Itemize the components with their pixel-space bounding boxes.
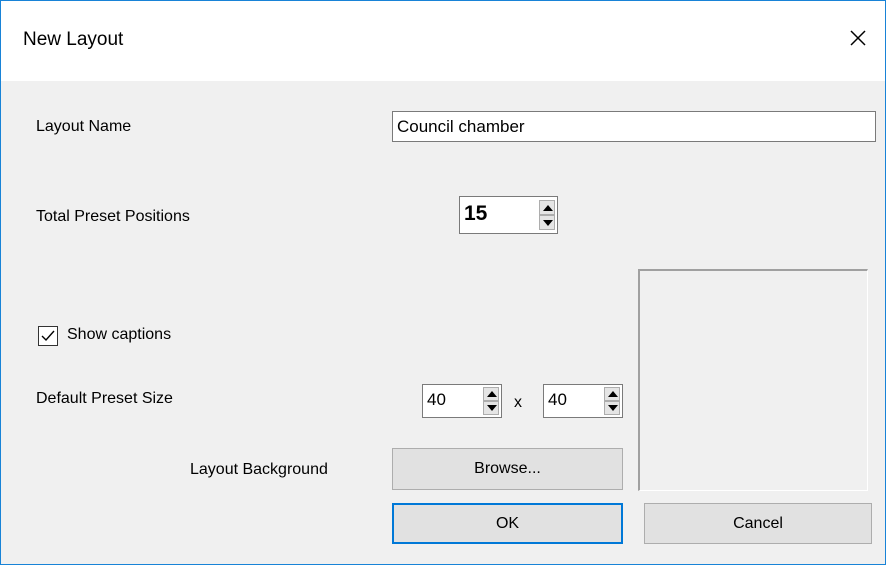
height-spin-up-button[interactable] — [604, 387, 620, 401]
arrow-up-icon — [543, 205, 553, 211]
spinner-arrows — [604, 387, 620, 415]
title-bar: New Layout — [1, 1, 885, 81]
arrow-up-icon — [487, 391, 497, 397]
arrow-down-icon — [543, 220, 553, 226]
spin-up-button[interactable] — [539, 200, 555, 215]
total-preset-positions-value[interactable]: 15 — [464, 202, 487, 226]
preset-width-spinner[interactable]: 40 — [422, 384, 502, 418]
spinner-arrows — [539, 200, 555, 230]
browse-button[interactable]: Browse... — [392, 448, 623, 490]
height-spin-down-button[interactable] — [604, 401, 620, 415]
layout-background-label: Layout Background — [190, 461, 328, 478]
background-preview — [638, 269, 868, 491]
layout-name-label: Layout Name — [36, 118, 132, 135]
cancel-button[interactable]: Cancel — [644, 503, 872, 544]
width-spin-down-button[interactable] — [483, 401, 499, 415]
default-preset-size-label: Default Preset Size — [36, 390, 173, 407]
width-spin-up-button[interactable] — [483, 387, 499, 401]
arrow-down-icon — [487, 405, 497, 411]
preset-height-spinner[interactable]: 40 — [543, 384, 623, 418]
preset-width-value[interactable]: 40 — [427, 390, 446, 410]
preset-height-value[interactable]: 40 — [548, 390, 567, 410]
total-preset-positions-label: Total Preset Positions — [36, 208, 190, 225]
arrow-down-icon — [608, 405, 618, 411]
arrow-up-icon — [608, 391, 618, 397]
ok-button[interactable]: OK — [392, 503, 623, 544]
layout-name-input[interactable] — [392, 111, 876, 142]
close-button[interactable] — [845, 25, 871, 51]
spin-down-button[interactable] — [539, 215, 555, 230]
show-captions-label[interactable]: Show captions — [67, 326, 171, 344]
dialog-title: New Layout — [23, 29, 124, 50]
size-separator: x — [514, 394, 522, 411]
spinner-arrows — [483, 387, 499, 415]
total-preset-positions-spinner[interactable]: 15 — [459, 196, 558, 234]
new-layout-dialog: New Layout Layout Name Total Preset Posi… — [0, 0, 886, 565]
checkmark-icon — [41, 330, 55, 342]
show-captions-checkbox[interactable] — [38, 326, 58, 346]
close-icon — [850, 30, 866, 46]
